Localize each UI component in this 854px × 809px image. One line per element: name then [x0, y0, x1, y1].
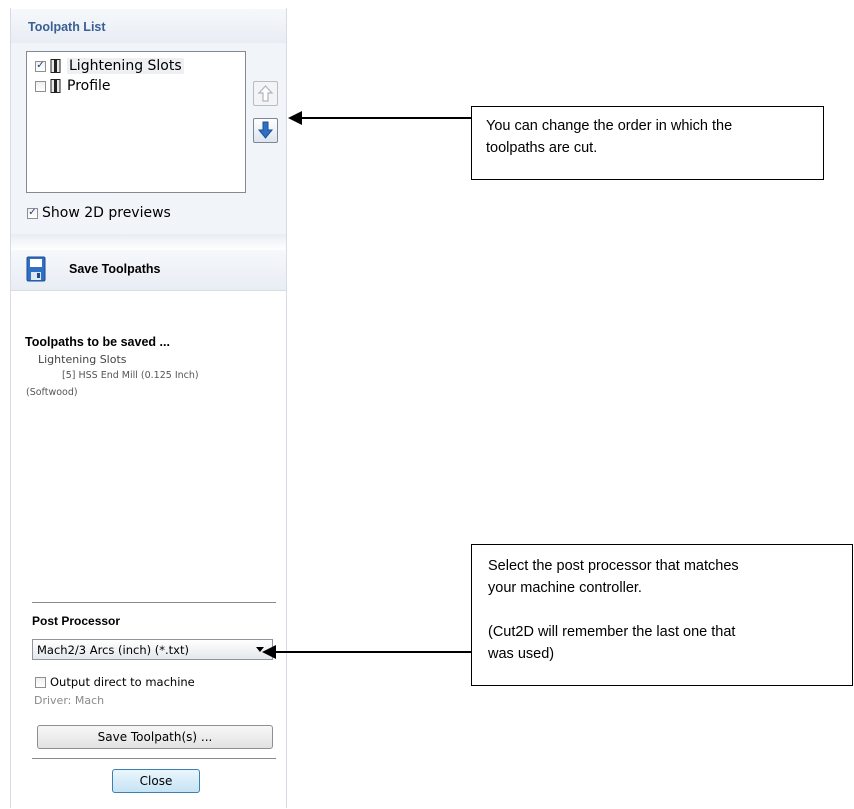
save-toolpaths-title: Save Toolpaths: [69, 262, 161, 276]
floppy-disk-icon: [26, 256, 46, 282]
post-processor-value: Mach2/3 Arcs (inch) (*.txt): [37, 642, 189, 657]
end-mill-icon: [50, 79, 61, 93]
post-processor-select[interactable]: Mach2/3 Arcs (inch) (*.txt): [32, 639, 273, 660]
list-item[interactable]: ✓ Lightening Slots: [35, 56, 184, 76]
toolpath-list-title: Toolpath List: [28, 20, 106, 34]
callout-arrow-line: [274, 651, 471, 653]
driver-label: Driver: Mach: [34, 694, 105, 707]
checkbox-unchecked[interactable]: [35, 80, 46, 92]
move-up-button[interactable]: [253, 81, 278, 106]
callout-line: Select the post processor that matches: [488, 558, 739, 574]
callout-order: You can change the order in which the to…: [471, 106, 824, 180]
divider: [32, 602, 276, 604]
checkbox-checked[interactable]: ✓: [27, 207, 38, 219]
checkbox-unchecked[interactable]: [35, 676, 46, 688]
arrow-down-icon: [257, 121, 274, 139]
callout-arrow-line: [300, 117, 471, 119]
list-item-label: Profile: [67, 78, 111, 94]
callout-line: toolpaths are cut.: [486, 140, 598, 156]
callout-line: was used): [488, 646, 555, 662]
arrow-up-icon: [257, 85, 274, 102]
checkbox-checked[interactable]: ✓: [35, 60, 46, 72]
output-direct-option[interactable]: Output direct to machine: [35, 675, 195, 689]
section-divider: [11, 234, 286, 250]
list-item-label: Lightening Slots: [67, 58, 184, 74]
callout-line: You can change the order in which the: [486, 118, 733, 134]
saved-toolpath-tool: [5] HSS End Mill (0.125 Inch): [62, 370, 199, 381]
show-2d-previews[interactable]: ✓ Show 2D previews: [27, 205, 171, 221]
callout-line: [488, 599, 836, 621]
save-toolpaths-button[interactable]: Save Toolpath(s) ...: [37, 725, 273, 749]
toolpaths-to-be-saved-title: Toolpaths to be saved ...: [25, 335, 170, 349]
move-down-button[interactable]: [253, 118, 278, 143]
close-button[interactable]: Close: [112, 769, 200, 793]
post-processor-title: Post Processor: [32, 614, 121, 628]
callout-line: (Cut2D will remember the last one that: [488, 624, 736, 640]
output-direct-label: Output direct to machine: [50, 675, 195, 689]
toolpath-listbox[interactable]: ✓ Lightening Slots Profile: [26, 51, 246, 193]
saved-toolpath-material: (Softwood): [26, 387, 78, 398]
callout-post-processor: Select the post processor that matches y…: [471, 544, 853, 686]
divider: [32, 758, 276, 759]
end-mill-icon: [50, 59, 61, 73]
list-item[interactable]: Profile: [35, 76, 111, 96]
callout-line: your machine controller.: [488, 580, 642, 596]
saved-toolpath-name: Lightening Slots: [38, 353, 127, 366]
show-2d-previews-label: Show 2D previews: [42, 205, 171, 221]
